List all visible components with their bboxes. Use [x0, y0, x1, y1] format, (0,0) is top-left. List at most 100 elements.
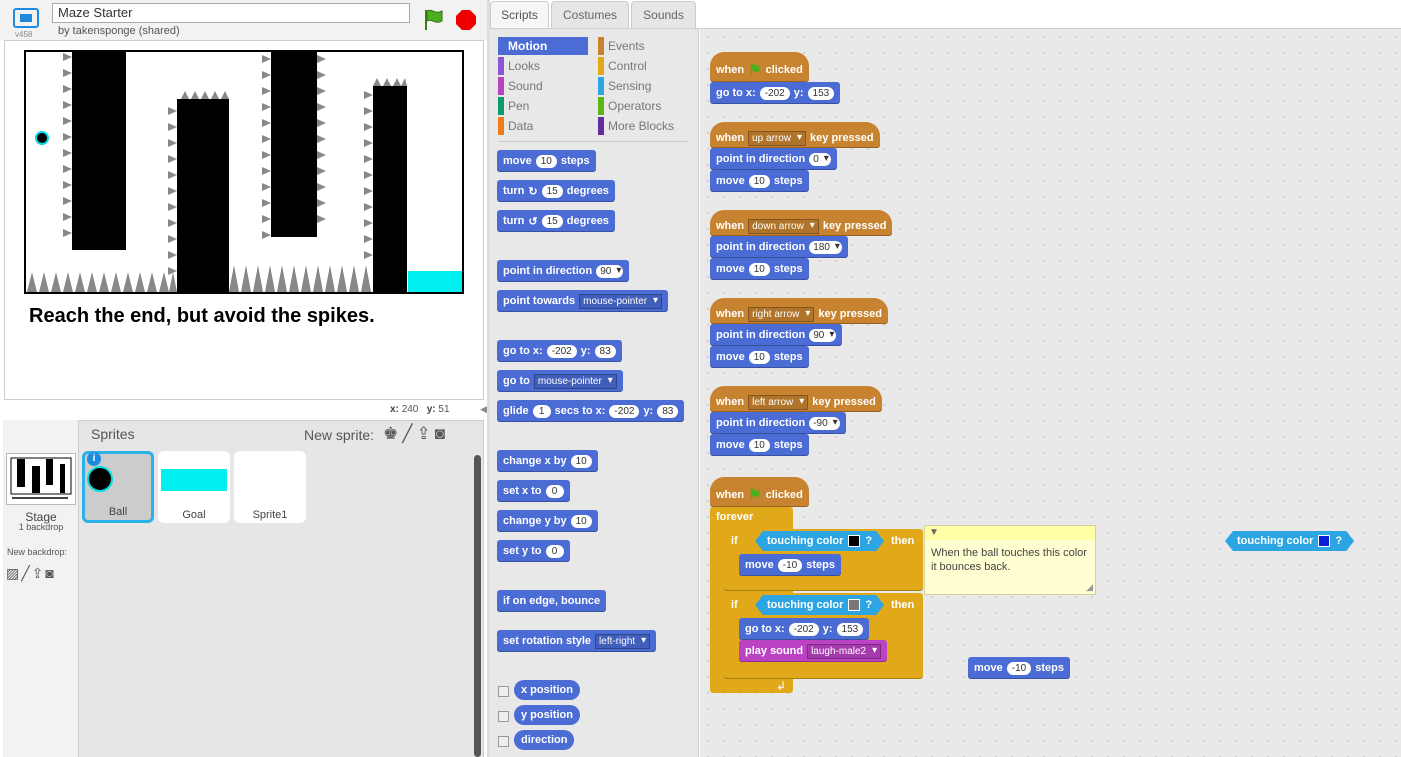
when-flag-clicked-hat[interactable]: when ⚑ clicked	[710, 52, 809, 82]
backdrop-camera-icon[interactable]: ◙	[45, 565, 55, 581]
camera-icon[interactable]: ◙	[435, 424, 449, 443]
category-operators[interactable]: Operators	[598, 97, 688, 115]
category-control[interactable]: Control	[598, 57, 688, 75]
forever-loop-icon: ↲	[776, 679, 787, 693]
category-motion[interactable]: Motion	[498, 37, 588, 55]
maze-graphic	[24, 50, 464, 294]
move-steps-block[interactable]: move 10 steps	[710, 346, 809, 368]
color-swatch-black[interactable]	[848, 535, 860, 547]
category-pen[interactable]: Pen	[498, 97, 588, 115]
move-steps-block[interactable]: move -10 steps	[739, 554, 841, 576]
stop-icon[interactable]	[455, 9, 477, 31]
point-direction-block[interactable]: point in direction 0	[710, 148, 837, 170]
checkbox-y-position[interactable]	[498, 711, 509, 722]
touching-color-black[interactable]: touching color?	[755, 531, 884, 551]
category-looks[interactable]: Looks	[498, 57, 588, 75]
sprite-tile-ball[interactable]: i Ball	[82, 451, 154, 523]
palette-y-position-reporter[interactable]: y position	[514, 705, 580, 725]
sprite-pane-scrollbar[interactable]	[474, 455, 481, 757]
category-sensing[interactable]: Sensing	[598, 77, 688, 95]
tab-scripts[interactable]: Scripts	[490, 1, 549, 31]
paint-sprite-icon[interactable]: ╱	[402, 424, 416, 443]
category-events[interactable]: Events	[598, 37, 688, 55]
sprite-tile-sprite1[interactable]: Sprite1	[234, 451, 306, 523]
when-left-arrow-hat[interactable]: whenleft arrowkey pressed	[710, 386, 882, 412]
point-direction-block[interactable]: point in direction 90	[710, 324, 843, 346]
loose-touching-color-blue[interactable]: touching color?	[1225, 531, 1354, 551]
stage-thumbnail[interactable]	[6, 453, 76, 505]
palette-turn-left-block[interactable]: turn ↺ 15 degrees	[497, 210, 615, 232]
palette-change-y-block[interactable]: change y by 10	[497, 510, 598, 532]
collapse-arrow-icon[interactable]: ◀	[480, 404, 490, 416]
checkbox-direction[interactable]	[498, 736, 509, 747]
comment-title-bar[interactable]: ▼	[925, 526, 1095, 540]
palette-bounce-block[interactable]: if on edge, bounce	[497, 590, 607, 612]
go-to-xy-block[interactable]: go to x: -202 y: 153	[710, 82, 841, 104]
then-label: then	[891, 599, 915, 611]
comment-resize-icon[interactable]: ◢	[1086, 580, 1093, 594]
upload-sprite-icon[interactable]: ⇪	[417, 424, 435, 443]
palette-set-y-block[interactable]: set y to 0	[497, 540, 570, 562]
palette-point-direction-block[interactable]: point in direction 90	[497, 260, 630, 282]
stage-canvas[interactable]: Reach the end, but avoid the spikes.	[4, 40, 484, 400]
info-icon[interactable]: i	[87, 452, 101, 466]
palette-glide-block[interactable]: glide 1 secs to x: -202 y: 83	[497, 400, 685, 422]
palette-point-towards-block[interactable]: point towards mouse-pointer	[497, 290, 669, 312]
palette-change-x-block[interactable]: change x by 10	[497, 450, 598, 472]
sprite-name: Goal	[182, 509, 206, 521]
point-direction-block[interactable]: point in direction 180	[710, 236, 848, 258]
stage-backdrop-count: 1 backdrop	[18, 522, 64, 532]
go-to-xy-block[interactable]: go to x: -202 y: 153	[739, 618, 870, 640]
project-title-input[interactable]: Maze Starter	[52, 3, 410, 23]
green-flag-icon: ⚑	[748, 487, 762, 504]
new-backdrop-tools: ▨╱⇪◙	[6, 565, 56, 582]
palette-x-position-reporter[interactable]: x position	[514, 680, 580, 700]
category-data[interactable]: Data	[498, 117, 588, 135]
ball-costume-thumb	[87, 466, 113, 492]
color-swatch-blue[interactable]	[1318, 535, 1330, 547]
touching-color-gray[interactable]: touching color?	[755, 595, 884, 615]
rotate-cw-icon: ↻	[528, 185, 538, 198]
when-down-arrow-hat[interactable]: whendown arrowkey pressed	[710, 210, 893, 236]
palette-direction-reporter[interactable]: direction	[514, 730, 575, 750]
move-steps-block[interactable]: move 10 steps	[710, 258, 809, 280]
checkbox-x-position[interactable]	[498, 686, 509, 697]
backdrop-library-icon[interactable]: ▨	[6, 565, 21, 581]
point-direction-block[interactable]: point in direction -90	[710, 412, 846, 434]
new-sprite-tools: ♚╱⇪◙	[383, 424, 449, 444]
palette-separator	[498, 141, 688, 142]
palette-turn-right-block[interactable]: turn ↻ 15 degrees	[497, 180, 615, 202]
sprite-library-icon[interactable]: ♚	[383, 424, 402, 443]
tab-sounds[interactable]: Sounds	[631, 1, 696, 29]
backdrop-upload-icon[interactable]: ⇪	[32, 565, 46, 581]
play-sound-block[interactable]: play sound laugh-male2	[739, 640, 888, 662]
palette-move-block[interactable]: move 10 steps	[497, 150, 596, 172]
tab-costumes[interactable]: Costumes	[551, 1, 629, 29]
move-steps-block[interactable]: move 10 steps	[710, 170, 809, 192]
script-comment[interactable]: ▼ When the ball touches this color it bo…	[924, 525, 1096, 595]
stage-message: Reach the end, but avoid the spikes.	[29, 305, 375, 327]
comment-collapse-icon[interactable]: ▼	[929, 526, 939, 540]
palette-set-x-block[interactable]: set x to 0	[497, 480, 570, 502]
color-swatch-gray[interactable]	[848, 599, 860, 611]
palette-goto-block[interactable]: go to mouse-pointer	[497, 370, 623, 392]
when-right-arrow-hat[interactable]: whenright arrowkey pressed	[710, 298, 888, 324]
then-label: then	[891, 535, 915, 547]
palette-goto-xy-block[interactable]: go to x: -202 y: 83	[497, 340, 622, 362]
new-sprite-label: New sprite:	[304, 427, 375, 443]
comment-text[interactable]: When the ball touches this color it boun…	[931, 547, 1087, 573]
sprite-tile-goal[interactable]: Goal	[158, 451, 230, 523]
new-backdrop-label: New backdrop:	[7, 547, 68, 557]
backdrop-paint-icon[interactable]: ╱	[21, 565, 31, 581]
category-more-blocks[interactable]: More Blocks	[598, 117, 698, 135]
loose-move-steps-block[interactable]: move -10 steps	[968, 657, 1070, 679]
fullscreen-icon[interactable]	[13, 8, 39, 28]
sprite-name: Sprite1	[252, 509, 288, 521]
when-up-arrow-hat[interactable]: whenup arrowkey pressed	[710, 122, 880, 148]
ball-sprite[interactable]	[35, 131, 49, 145]
green-flag-icon[interactable]	[422, 8, 446, 32]
palette-rotation-style-block[interactable]: set rotation style left-right	[497, 630, 657, 652]
when-flag-clicked-hat[interactable]: when ⚑ clicked	[710, 477, 809, 507]
category-sound[interactable]: Sound	[498, 77, 588, 95]
move-steps-block[interactable]: move 10 steps	[710, 434, 809, 456]
